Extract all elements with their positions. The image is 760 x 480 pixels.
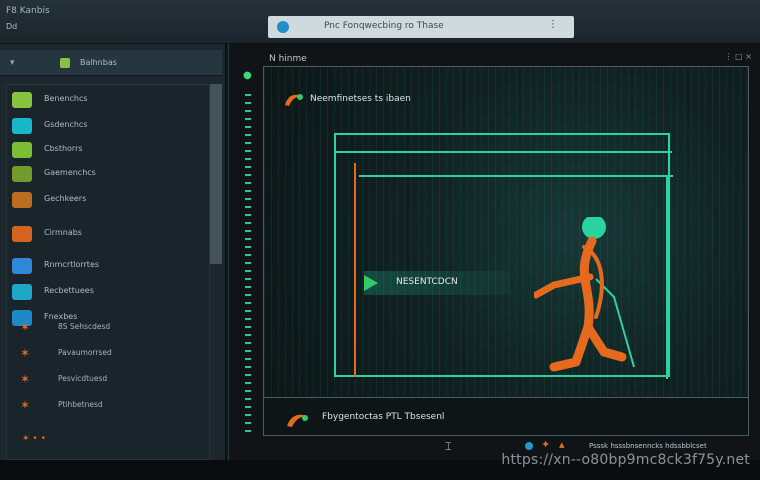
address-text[interactable]: Pnc Fonqwecbing ro Thase	[324, 21, 444, 31]
window-icon	[12, 284, 32, 300]
sidebar-item[interactable]: Gsdenchcs	[8, 116, 204, 138]
chevron-down-icon[interactable]: ▾	[10, 58, 15, 68]
play-icon	[364, 275, 378, 291]
globe-icon	[277, 21, 289, 33]
sidebar-item-label: Gechkeers	[44, 194, 87, 203]
tag-icon	[12, 226, 32, 242]
sidebar-item[interactable]: Cbsthorrs	[8, 140, 204, 162]
sidebar-subitem-label: Pesvicdtuesd	[58, 374, 108, 383]
canvas-stage[interactable]: Neemfinetses ts ibaen NESENTCDCN Fbygent…	[263, 66, 749, 436]
sidebar-subitem[interactable]: ✶ 8S Sehscdesd	[16, 318, 206, 338]
swoosh-icon	[287, 414, 308, 427]
status-label: Fbygentoctas PTL Tbsesenl	[322, 412, 445, 422]
sidebar-item-label: Gsdenchcs	[44, 120, 88, 129]
sidebar-scrollbar[interactable]	[210, 84, 222, 264]
flame-icon: ✶	[20, 398, 31, 412]
sidebar-item[interactable]: Benenchcs	[8, 90, 204, 112]
tag-banner[interactable]: NESENTCDCN	[364, 271, 510, 295]
left-tick-ruler	[245, 94, 251, 434]
sidebar-item-label: Rnmcrtlorrtes	[44, 260, 100, 269]
sidebar-subitem[interactable]: ✶ Pavaumorrsed	[16, 344, 206, 364]
sidebar-footer: ✶ • •	[22, 434, 46, 444]
sidebar-subitem-label: Pavaumorrsed	[58, 348, 112, 357]
watermark: https://xn--o80bp9mc8ck3f75y.net	[501, 452, 750, 468]
window-controls[interactable]: ⋮ □ ×	[725, 52, 752, 61]
leaf-icon: ●	[243, 70, 252, 81]
sidebar-item[interactable]: Gechkeers	[8, 190, 204, 212]
window-icon	[12, 258, 32, 274]
sidebar-subitem-label: Ptihbetnesd	[58, 400, 103, 409]
sidebar-item[interactable]: Gaemenchcs	[8, 164, 204, 186]
sidebar-item-label: Cirmnabs	[44, 228, 82, 237]
stage-title: Neemfinetses ts ibaen	[310, 94, 411, 104]
address-bar[interactable]: Pnc Fonqwecbing ro Thase ⋮	[268, 16, 574, 38]
title-bar: F8 Kanbis Dd Pnc Fonqwecbing ro Thase ⋮	[0, 0, 760, 44]
frame-top-rail	[334, 151, 672, 153]
sidebar-item-label: Benenchcs	[44, 94, 88, 103]
bell-icon[interactable]: ▴	[559, 438, 565, 451]
cursor-icon[interactable]: ⌶	[445, 440, 452, 454]
flame-icon: ✶	[20, 320, 31, 334]
more-icon[interactable]: ⋮	[548, 19, 558, 30]
app-title: F8 Kanbis	[6, 6, 50, 16]
sidebar-item[interactable]: Cirmnabs	[8, 224, 204, 246]
menu-item[interactable]: Dd	[6, 22, 17, 31]
flame-icon: ✶	[20, 346, 31, 360]
frame-left-edge	[334, 163, 356, 377]
sidebar: ▾ Balhnbas Benenchcs Gsdenchcs Cbsthorrs Ga…	[0, 44, 226, 460]
sidebar-item[interactable]: Recbettuees	[8, 282, 204, 304]
main-title: N hinme	[269, 54, 307, 64]
bottom-status-text: Psssk hsssbnsenncks hdssbblcset	[589, 442, 707, 450]
sidebar-item-label: Recbettuees	[44, 286, 94, 295]
swoosh-icon	[285, 94, 303, 106]
folder-icon	[60, 58, 70, 68]
frame-inner-rail	[359, 175, 673, 177]
sidebar-item-label: Cbsthorrs	[44, 144, 83, 153]
main-panel: ● N hinme ⋮ □ × Neemfinetses ts ibaen NE…	[228, 44, 760, 460]
runner-figure	[534, 217, 635, 372]
monitor-icon	[12, 118, 32, 134]
tag-label: NESENTCDCN	[396, 277, 458, 287]
sidebar-item[interactable]: Rnmcrtlorrtes	[8, 256, 204, 278]
screen: F8 Kanbis Dd Pnc Fonqwecbing ro Thase ⋮ …	[0, 0, 760, 480]
leaf-icon	[12, 192, 32, 208]
sidebar-subitem[interactable]: ✶ Ptihbetnesd	[16, 396, 206, 416]
status-dot-icon	[525, 442, 533, 450]
swoosh-icon[interactable]: ✦	[541, 438, 550, 451]
flame-icon: ✶	[20, 372, 31, 386]
sidebar-header-label: Balhnbas	[80, 58, 117, 67]
status-bar: Fbygentoctas PTL Tbsesenl	[264, 397, 748, 435]
leaf-icon	[12, 92, 32, 108]
leaf-icon	[12, 166, 32, 182]
leaf-icon	[12, 142, 32, 158]
sidebar-subitem-label: 8S Sehscdesd	[58, 322, 111, 331]
sidebar-subitem[interactable]: ✶ Pesvicdtuesd	[16, 370, 206, 390]
sidebar-header[interactable]: ▾ Balhnbas	[0, 50, 222, 76]
sidebar-item-label: Gaemenchcs	[44, 168, 96, 177]
